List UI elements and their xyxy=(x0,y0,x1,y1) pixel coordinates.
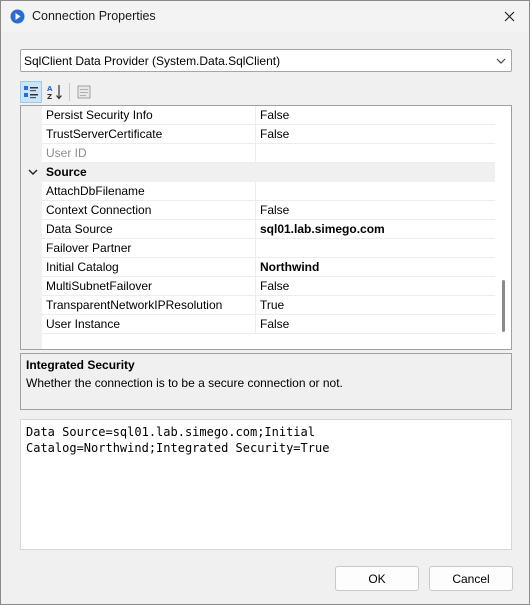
property-row[interactable]: User Instance False xyxy=(42,315,495,334)
property-row[interactable]: Initial Catalog Northwind xyxy=(42,258,495,277)
property-row[interactable]: Context Connection False xyxy=(42,201,495,220)
alphabetical-icon: A Z xyxy=(47,85,62,101)
close-button[interactable] xyxy=(489,1,529,32)
property-grid: Persist Security Info False TrustServerC… xyxy=(20,105,512,350)
data-provider-value: SqlClient Data Provider (System.Data.Sql… xyxy=(24,54,281,68)
vertical-scrollbar[interactable] xyxy=(496,106,511,349)
property-name: MultiSubnetFailover xyxy=(42,277,256,296)
property-name: TrustServerCertificate xyxy=(42,125,256,144)
category-row-source[interactable]: Source xyxy=(21,163,495,182)
property-pages-icon xyxy=(77,85,91,99)
property-value[interactable] xyxy=(256,182,495,201)
property-name: Data Source xyxy=(42,220,256,239)
property-value[interactable]: Northwind xyxy=(256,258,495,277)
property-value[interactable] xyxy=(256,239,495,258)
ok-button[interactable]: OK xyxy=(335,566,419,591)
property-row[interactable]: Failover Partner xyxy=(42,239,495,258)
close-icon xyxy=(504,11,514,22)
property-value[interactable]: False xyxy=(256,125,495,144)
svg-text:Z: Z xyxy=(47,93,52,101)
categorized-icon xyxy=(24,86,38,99)
connection-string-textbox[interactable]: Data Source=sql01.lab.simego.com;Initial… xyxy=(20,419,512,550)
property-name: Failover Partner xyxy=(42,239,256,258)
property-name: Persist Security Info xyxy=(42,106,256,125)
help-title: Integrated Security xyxy=(26,358,135,372)
help-description: Whether the connection is to be a secure… xyxy=(26,376,343,390)
property-name: AttachDbFilename xyxy=(42,182,256,201)
property-value[interactable]: False xyxy=(256,201,495,220)
property-value[interactable]: sql01.lab.simego.com xyxy=(256,220,495,239)
toolbar-separator xyxy=(69,83,70,101)
chevron-down-icon xyxy=(496,58,506,64)
property-row[interactable]: Data Source sql01.lab.simego.com xyxy=(42,220,495,239)
category-label: Source xyxy=(46,165,87,179)
property-value[interactable] xyxy=(256,144,495,163)
property-row[interactable]: TrustServerCertificate False xyxy=(42,125,495,144)
property-name: Initial Catalog xyxy=(42,258,256,277)
property-value[interactable]: False xyxy=(256,106,495,125)
property-grid-gutter xyxy=(21,106,42,349)
cancel-button[interactable]: Cancel xyxy=(429,566,513,591)
property-row[interactable]: TransparentNetworkIPResolution True xyxy=(42,296,495,315)
property-row[interactable]: Persist Security Info False xyxy=(42,106,495,125)
data-provider-dropdown[interactable]: SqlClient Data Provider (System.Data.Sql… xyxy=(20,49,512,72)
categorized-button[interactable] xyxy=(20,81,42,103)
title-bar: Connection Properties xyxy=(1,1,529,32)
connection-properties-dialog: Connection Properties SqlClient Data Pro… xyxy=(0,0,530,605)
property-name: TransparentNetworkIPResolution xyxy=(42,296,256,315)
property-row[interactable]: MultiSubnetFailover False xyxy=(42,277,495,296)
chevron-down-icon[interactable] xyxy=(27,166,39,178)
svg-text:A: A xyxy=(47,85,53,93)
property-value[interactable]: False xyxy=(256,277,495,296)
property-name: User ID xyxy=(42,144,256,163)
property-pages-button[interactable] xyxy=(73,81,95,103)
app-icon xyxy=(10,9,25,24)
property-name: User Instance xyxy=(42,315,256,334)
property-row[interactable]: AttachDbFilename xyxy=(42,182,495,201)
property-name: Context Connection xyxy=(42,201,256,220)
property-value[interactable]: True xyxy=(256,296,495,315)
property-row[interactable]: User ID xyxy=(42,144,495,163)
alphabetical-button[interactable]: A Z xyxy=(44,81,66,103)
scrollbar-thumb[interactable] xyxy=(502,280,505,332)
property-help-panel: Integrated Security Whether the connecti… xyxy=(20,353,512,410)
property-value[interactable]: False xyxy=(256,315,495,334)
connection-string-text[interactable]: Data Source=sql01.lab.simego.com;Initial… xyxy=(26,424,506,456)
window-title: Connection Properties xyxy=(32,9,156,23)
